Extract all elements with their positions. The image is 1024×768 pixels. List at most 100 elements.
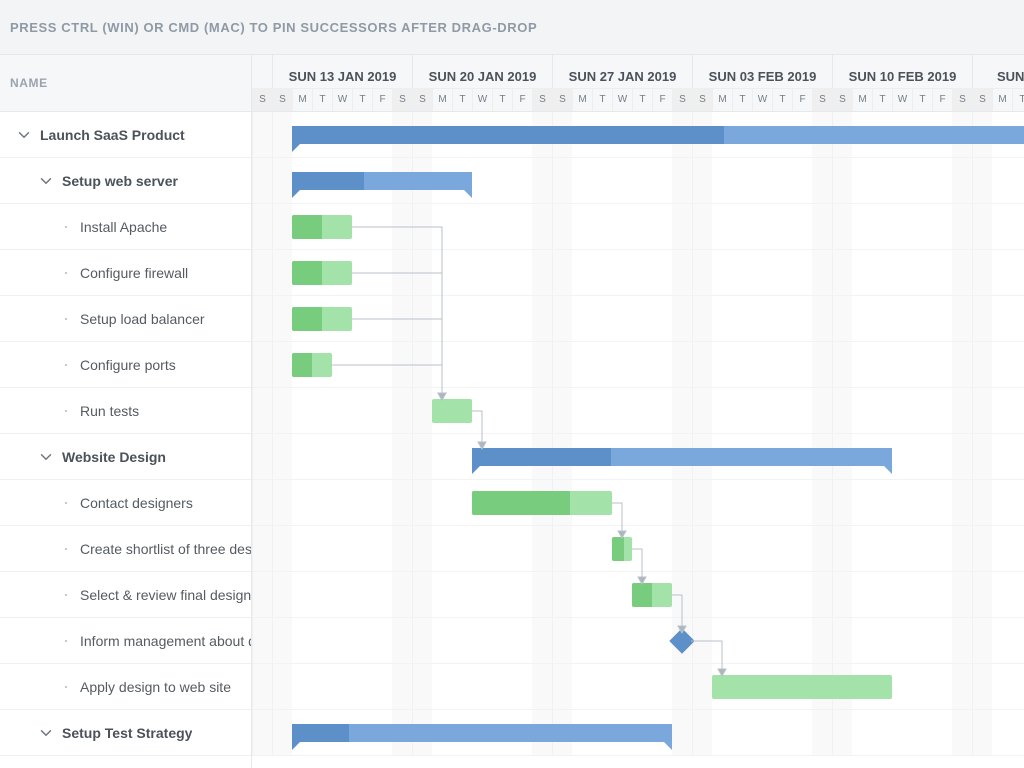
timeline-pane[interactable]: SUN 13 JAN 2019SUN 20 JAN 2019SUN 27 JAN… xyxy=(252,55,1024,768)
day-header: T xyxy=(352,88,372,111)
task-name: Website Design xyxy=(60,449,166,465)
expand-toggle[interactable] xyxy=(10,121,38,149)
day-header: S xyxy=(552,88,572,111)
chevron-down-icon xyxy=(18,129,30,141)
day-header: M xyxy=(992,88,1012,111)
day-header: S xyxy=(952,88,972,111)
leaf-bullet-icon: · xyxy=(54,308,78,329)
task-bar[interactable] xyxy=(292,261,352,285)
task-name: Setup Test Strategy xyxy=(60,725,192,741)
chevron-down-icon xyxy=(40,451,52,463)
task-bar[interactable] xyxy=(292,215,352,239)
gantt-container: NAME Launch SaaS Product Setup web serve… xyxy=(0,55,1024,768)
summary-bar[interactable] xyxy=(292,724,672,742)
summary-bar[interactable] xyxy=(472,448,892,466)
task-row[interactable]: ·Contact designers xyxy=(0,480,251,526)
day-header: S xyxy=(392,88,412,111)
task-name: Install Apache xyxy=(78,219,167,235)
task-name: Configure ports xyxy=(78,357,176,373)
week-header[interactable]: SUN 20 JAN 2019 xyxy=(412,55,552,88)
day-header: S xyxy=(532,88,552,111)
task-row[interactable]: ·Select & review final design xyxy=(0,572,251,618)
day-header: M xyxy=(292,88,312,111)
day-header: S xyxy=(972,88,992,111)
task-name: Setup web server xyxy=(60,173,178,189)
task-row[interactable]: ·Install Apache xyxy=(0,204,251,250)
day-header: T xyxy=(452,88,472,111)
summary-bar[interactable] xyxy=(292,172,472,190)
week-header[interactable]: SUN 10 FEB 2019 xyxy=(832,55,972,88)
day-header: W xyxy=(332,88,352,111)
column-header-name[interactable]: NAME xyxy=(0,55,251,112)
day-header: T xyxy=(912,88,932,111)
day-header: T xyxy=(492,88,512,111)
day-header: S xyxy=(832,88,852,111)
week-header[interactable]: SUN 17 xyxy=(972,55,1024,88)
day-header: M xyxy=(852,88,872,111)
day-header: F xyxy=(512,88,532,111)
task-name: Inform management about decision xyxy=(78,633,251,649)
task-bar[interactable] xyxy=(612,537,632,561)
task-name: Apply design to web site xyxy=(78,679,231,695)
task-bar[interactable] xyxy=(632,583,672,607)
task-tree-pane: NAME Launch SaaS Product Setup web serve… xyxy=(0,55,252,768)
leaf-bullet-icon: · xyxy=(54,354,78,375)
day-header: F xyxy=(932,88,952,111)
task-row[interactable]: Setup web server xyxy=(0,158,251,204)
week-header[interactable]: SUN 27 JAN 2019 xyxy=(552,55,692,88)
day-header: S xyxy=(412,88,432,111)
expand-toggle[interactable] xyxy=(32,167,60,195)
day-header: T xyxy=(592,88,612,111)
task-name: Create shortlist of three designers xyxy=(78,541,251,557)
day-header: S xyxy=(812,88,832,111)
day-header: F xyxy=(792,88,812,111)
day-header: M xyxy=(432,88,452,111)
day-header: S xyxy=(692,88,712,111)
expand-toggle[interactable] xyxy=(32,719,60,747)
leaf-bullet-icon: · xyxy=(54,538,78,559)
leaf-bullet-icon: · xyxy=(54,630,78,651)
week-header[interactable]: SUN 03 FEB 2019 xyxy=(692,55,832,88)
leaf-bullet-icon: · xyxy=(54,400,78,421)
task-bar[interactable] xyxy=(292,307,352,331)
week-header[interactable]: SUN 13 JAN 2019 xyxy=(272,55,412,88)
day-header: T xyxy=(872,88,892,111)
task-name: Select & review final design xyxy=(78,587,251,603)
expand-toggle[interactable] xyxy=(32,443,60,471)
timeline-header: SUN 13 JAN 2019SUN 20 JAN 2019SUN 27 JAN… xyxy=(252,55,1024,112)
task-bar[interactable] xyxy=(292,353,332,377)
task-row[interactable]: ·Apply design to web site xyxy=(0,664,251,710)
day-header: F xyxy=(372,88,392,111)
task-name: Contact designers xyxy=(78,495,193,511)
day-header: M xyxy=(572,88,592,111)
task-name: Launch SaaS Product xyxy=(38,127,185,143)
task-name: Run tests xyxy=(78,403,139,419)
task-row[interactable]: Website Design xyxy=(0,434,251,480)
day-header: W xyxy=(752,88,772,111)
hint-bar: PRESS CTRL (WIN) OR CMD (MAC) TO PIN SUC… xyxy=(0,0,1024,55)
day-header: S xyxy=(672,88,692,111)
summary-bar[interactable] xyxy=(292,126,1024,144)
day-header: T xyxy=(772,88,792,111)
task-bar[interactable] xyxy=(712,675,892,699)
day-header: T xyxy=(732,88,752,111)
task-row[interactable]: Launch SaaS Product xyxy=(0,112,251,158)
chevron-down-icon xyxy=(40,175,52,187)
day-header: M xyxy=(712,88,732,111)
task-row[interactable]: ·Create shortlist of three designers xyxy=(0,526,251,572)
task-bar[interactable] xyxy=(472,491,612,515)
day-header: W xyxy=(892,88,912,111)
task-row[interactable]: Setup Test Strategy xyxy=(0,710,251,756)
task-row[interactable]: ·Setup load balancer xyxy=(0,296,251,342)
leaf-bullet-icon: · xyxy=(54,676,78,697)
task-bar[interactable] xyxy=(432,399,472,423)
leaf-bullet-icon: · xyxy=(54,492,78,513)
task-row[interactable]: ·Inform management about decision xyxy=(0,618,251,664)
task-name: Setup load balancer xyxy=(78,311,205,327)
task-row[interactable]: ·Run tests xyxy=(0,388,251,434)
task-row[interactable]: ·Configure ports xyxy=(0,342,251,388)
day-header: T xyxy=(312,88,332,111)
leaf-bullet-icon: · xyxy=(54,216,78,237)
task-row[interactable]: ·Configure firewall xyxy=(0,250,251,296)
day-header: W xyxy=(472,88,492,111)
